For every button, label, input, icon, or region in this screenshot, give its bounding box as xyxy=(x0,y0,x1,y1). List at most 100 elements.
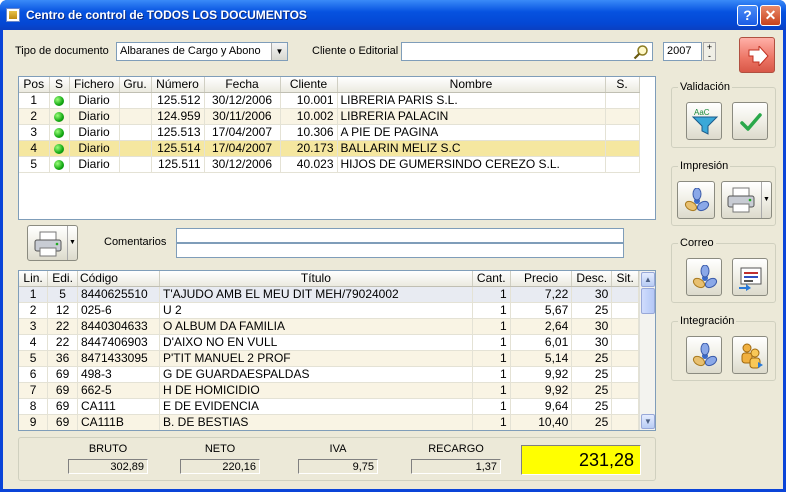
pinwheel-icon xyxy=(684,188,710,212)
chevron-down-icon[interactable]: ▼ xyxy=(271,43,287,60)
print-options-chevron-icon[interactable]: ▼ xyxy=(67,226,77,260)
comentarios-line2-input[interactable] xyxy=(176,243,624,258)
impresion-options-chevron-icon[interactable]: ▼ xyxy=(761,182,771,218)
col-titulo[interactable]: Título xyxy=(159,271,473,287)
line-row[interactable]: 6 69 498-3 G DE GUARDAESPALDAS 1 9,92 25 xyxy=(19,366,639,383)
print-document-button[interactable]: ▼ xyxy=(27,225,78,261)
year-stepper[interactable]: + - xyxy=(703,42,716,61)
help-button[interactable]: ? xyxy=(737,5,758,26)
line-row[interactable]: 9 69 CA111B B. DE BESTIAS 1 10,40 25 xyxy=(19,414,639,430)
line-cell-precio: 9,92 xyxy=(510,366,573,383)
integracion-people-button[interactable] xyxy=(732,336,768,374)
documents-body: 1 Diario 125.512 30/12/2006 10.001 LIBRERIA P… xyxy=(19,92,640,173)
svg-text:AaC: AaC xyxy=(694,108,710,117)
document-cell-fichero: Diario xyxy=(69,156,120,173)
pinwheel-icon xyxy=(692,343,718,367)
printer-icon xyxy=(727,187,755,213)
scroll-up-icon[interactable]: ▲ xyxy=(641,272,655,287)
correo-send-button[interactable] xyxy=(732,258,768,296)
col-sit[interactable]: Sit. xyxy=(611,271,639,287)
line-cell-desc: 25 xyxy=(571,302,613,319)
col-gru[interactable]: Gru. xyxy=(119,77,152,93)
exit-arrow-icon xyxy=(748,46,769,66)
document-cell-fecha: 30/12/2006 xyxy=(204,156,281,173)
line-cell-sit xyxy=(611,398,639,415)
search-icon[interactable] xyxy=(633,44,649,60)
increment-icon[interactable]: + xyxy=(704,43,715,52)
window-title: Centro de control de TODOS LOS DOCUMENTO… xyxy=(26,8,307,22)
col-s2[interactable]: S. xyxy=(605,77,640,93)
line-cell-precio: 7,22 xyxy=(510,286,573,303)
line-row[interactable]: 4 22 8447406903 D'AIXO NO EN VULL 1 6,01 30 xyxy=(19,334,639,351)
document-row[interactable]: 1 Diario 125.512 30/12/2006 10.001 LIBRERIA P… xyxy=(19,92,640,109)
filter-validate-button[interactable]: AaC xyxy=(686,102,722,140)
decrement-icon[interactable]: - xyxy=(704,52,715,61)
line-cell-codigo: 8471433095 xyxy=(77,350,160,367)
integracion-process-button[interactable] xyxy=(686,336,722,374)
line-row[interactable]: 7 69 662-5 H DE HOMICIDIO 1 9,92 25 xyxy=(19,382,639,399)
col-precio[interactable]: Precio xyxy=(510,271,573,287)
impresion-print-button[interactable]: ▼ xyxy=(721,181,772,219)
line-cell-sit xyxy=(611,318,639,335)
col-pos[interactable]: Pos xyxy=(19,77,50,93)
line-cell-edi: 69 xyxy=(47,366,78,383)
line-cell-edi: 69 xyxy=(47,414,78,430)
recargo-label: RECARGO xyxy=(428,443,484,455)
col-numero[interactable]: Número xyxy=(151,77,205,93)
scroll-thumb[interactable] xyxy=(641,288,655,314)
document-cell-gru xyxy=(119,124,152,141)
line-cell-titulo: O ALBUM DA FAMILIA xyxy=(159,318,473,335)
line-row[interactable]: 1 5 8440625510 T'AJUDO AMB EL MEU DIT MEH/7… xyxy=(19,286,639,303)
document-cell-numero: 124.959 xyxy=(151,108,205,125)
checkmark-icon xyxy=(740,113,762,131)
document-cell-s2 xyxy=(605,108,640,125)
documents-grid[interactable]: Pos S Fichero Gru. Número Fecha Cliente … xyxy=(18,76,656,220)
close-button[interactable]: ✕ xyxy=(760,5,781,26)
tipo-documento-select[interactable]: Albaranes de Cargo y Abono ▼ xyxy=(116,42,288,61)
document-cell-status xyxy=(49,124,70,141)
line-cell-precio: 9,92 xyxy=(510,382,573,399)
col-desc[interactable]: Desc. xyxy=(571,271,613,287)
scroll-down-icon[interactable]: ▼ xyxy=(641,414,655,429)
document-row[interactable]: 4 Diario 125.514 17/04/2007 20.173 BALLARIN M… xyxy=(19,140,640,157)
col-fichero[interactable]: Fichero xyxy=(69,77,120,93)
document-row[interactable]: 2 Diario 124.959 30/11/2006 10.002 LIBRERIA P… xyxy=(19,108,640,125)
line-row[interactable]: 3 22 8440304633 O ALBUM DA FAMILIA 1 2,64 30 xyxy=(19,318,639,335)
lines-grid[interactable]: Lin. Edi. Código Título Cant. Precio Des… xyxy=(18,270,656,431)
line-row[interactable]: 5 36 8471433095 P'TIT MANUEL 2 PROF 1 5,14 25 xyxy=(19,350,639,367)
impresion-process-button[interactable] xyxy=(677,181,715,219)
line-cell-sit xyxy=(611,350,639,367)
document-row[interactable]: 3 Diario 125.513 17/04/2007 10.306 A PIE DE P… xyxy=(19,124,640,141)
col-cant[interactable]: Cant. xyxy=(472,271,511,287)
document-row[interactable]: 5 Diario 125.511 30/12/2006 40.023 HIJOS DE G… xyxy=(19,156,640,173)
document-cell-status xyxy=(49,156,70,173)
col-fecha[interactable]: Fecha xyxy=(204,77,281,93)
col-edi[interactable]: Edi. xyxy=(47,271,78,287)
line-cell-cant: 1 xyxy=(472,318,511,335)
exit-button[interactable] xyxy=(739,37,775,73)
line-row[interactable]: 8 69 CA111 E DE EVIDENCIA 1 9,64 25 xyxy=(19,398,639,415)
correo-process-button[interactable] xyxy=(686,258,722,296)
document-cell-nombre: LIBRERIA PARIS S.L. xyxy=(337,92,606,109)
document-cell-status xyxy=(49,92,70,109)
col-codigo[interactable]: Código xyxy=(77,271,160,287)
col-cliente[interactable]: Cliente xyxy=(280,77,338,93)
comentarios-line1-input[interactable] xyxy=(176,228,624,243)
status-ok-icon xyxy=(54,143,64,154)
col-nombre[interactable]: Nombre xyxy=(337,77,606,93)
line-cell-lin: 8 xyxy=(19,398,49,415)
lines-scrollbar[interactable]: ▲ ▼ xyxy=(639,271,655,430)
document-cell-cliente: 10.001 xyxy=(280,92,338,109)
lines-header: Lin. Edi. Código Título Cant. Precio Des… xyxy=(19,271,639,287)
line-row[interactable]: 2 12 025-6 U 2 1 5,67 25 xyxy=(19,302,639,319)
col-s[interactable]: S xyxy=(49,77,70,93)
tipo-documento-value: Albaranes de Cargo y Abono xyxy=(120,45,261,57)
title-bar[interactable]: Centro de control de TODOS LOS DOCUMENTO… xyxy=(0,0,786,30)
cliente-editorial-input[interactable] xyxy=(401,42,653,61)
status-ok-icon xyxy=(54,127,64,138)
col-lin[interactable]: Lin. xyxy=(19,271,49,287)
line-cell-titulo: U 2 xyxy=(159,302,473,319)
line-cell-lin: 9 xyxy=(19,414,49,430)
year-spinner[interactable]: 2007 xyxy=(663,42,702,61)
validate-button[interactable] xyxy=(732,102,768,140)
